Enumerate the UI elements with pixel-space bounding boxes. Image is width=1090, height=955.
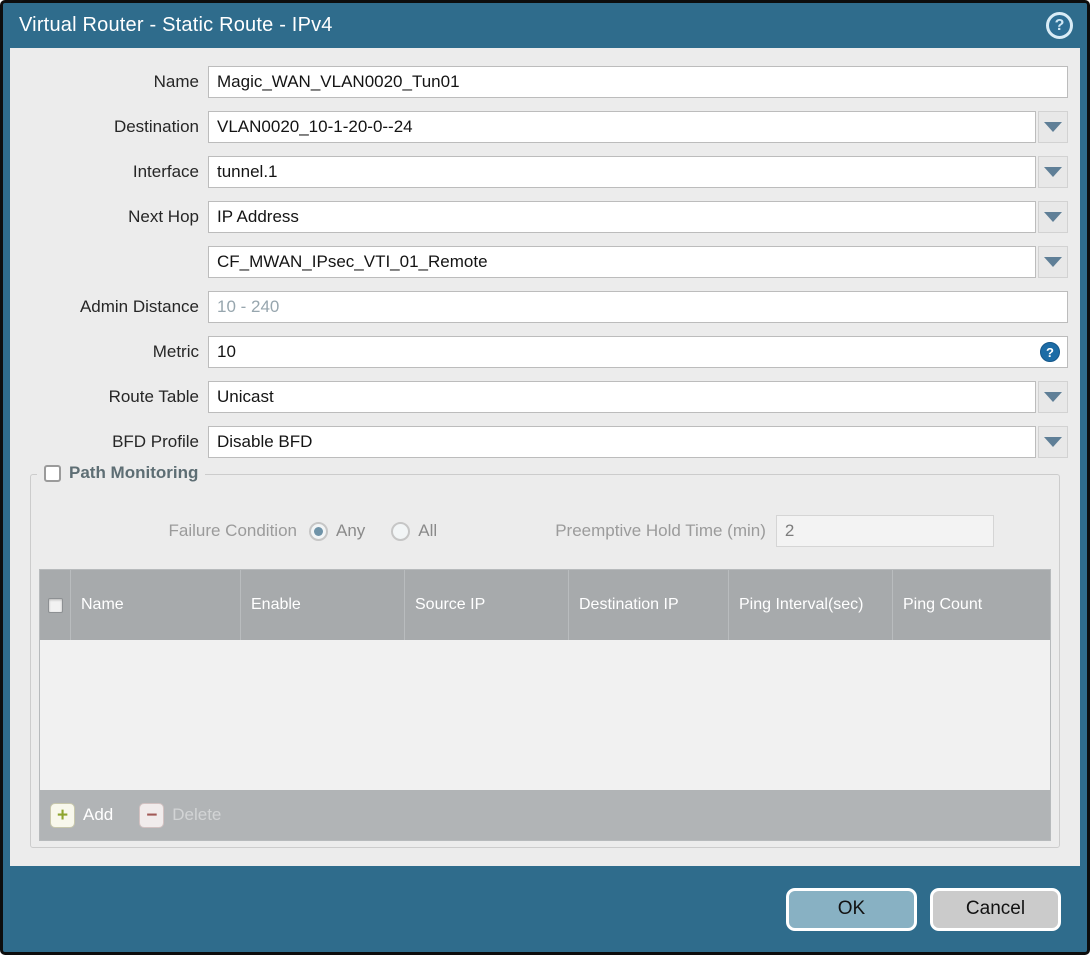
preemptive-hold-label: Preemptive Hold Time (min) — [555, 521, 766, 540]
path-monitoring-section: Path Monitoring Failure Condition Any Al… — [30, 463, 1060, 848]
ok-button[interactable]: OK — [786, 887, 917, 931]
next-hop-address-dropdown-button[interactable] — [1038, 246, 1068, 278]
interface-input[interactable] — [208, 156, 1036, 188]
column-header-name[interactable]: Name — [70, 570, 240, 640]
column-header-ping-interval[interactable]: Ping Interval(sec) — [728, 570, 892, 640]
next-hop-address-row — [10, 246, 1068, 278]
interface-row: Interface — [10, 156, 1068, 188]
metric-label: Metric — [152, 342, 199, 361]
path-monitoring-checkbox[interactable] — [44, 464, 61, 482]
next-hop-row: Next Hop — [10, 201, 1068, 233]
failure-condition-all-label: All — [418, 521, 438, 540]
interface-dropdown-button[interactable] — [1038, 156, 1068, 188]
chevron-down-icon — [1044, 257, 1062, 267]
help-icon[interactable]: ? — [1046, 12, 1073, 39]
minus-icon: − — [139, 802, 165, 828]
bfd-profile-label: BFD Profile — [112, 432, 199, 451]
metric-help-icon[interactable]: ? — [1040, 342, 1060, 362]
table-body-empty — [40, 640, 1050, 790]
dialog-title: Virtual Router - Static Route - IPv4 — [19, 14, 333, 36]
next-hop-dropdown-button[interactable] — [1038, 201, 1068, 233]
table-select-all-checkbox[interactable] — [47, 597, 63, 613]
add-button[interactable]: + Add — [50, 802, 114, 828]
delete-button[interactable]: − Delete — [139, 802, 222, 828]
bfd-profile-row: BFD Profile — [10, 426, 1068, 458]
destination-label: Destination — [113, 117, 199, 136]
path-monitoring-table: Name Enable Source IP Destination IP Pin… — [39, 569, 1051, 841]
column-header-enable[interactable]: Enable — [240, 570, 404, 640]
chevron-down-icon — [1044, 392, 1062, 402]
failure-condition-label: Failure Condition — [168, 521, 297, 540]
next-hop-type-input[interactable] — [208, 201, 1036, 233]
destination-input[interactable] — [208, 111, 1036, 143]
dialog-footer: OK Cancel — [3, 866, 1087, 952]
interface-label: Interface — [132, 162, 199, 181]
chevron-down-icon — [1044, 437, 1062, 447]
name-input[interactable] — [208, 66, 1068, 98]
dialog-content: Name Destination Interface — [10, 48, 1080, 866]
route-table-label: Route Table — [108, 387, 199, 406]
admin-distance-row: Admin Distance — [10, 291, 1068, 323]
route-table-input[interactable] — [208, 381, 1036, 413]
route-table-row: Route Table — [10, 381, 1068, 413]
destination-row: Destination — [10, 111, 1068, 143]
preemptive-hold-input[interactable] — [775, 515, 994, 547]
route-table-dropdown-button[interactable] — [1038, 381, 1068, 413]
column-header-destination-ip[interactable]: Destination IP — [568, 570, 728, 640]
destination-dropdown-button[interactable] — [1038, 111, 1068, 143]
bfd-profile-input[interactable] — [208, 426, 1036, 458]
column-header-source-ip[interactable]: Source IP — [404, 570, 568, 640]
admin-distance-label: Admin Distance — [79, 297, 199, 316]
cancel-button[interactable]: Cancel — [930, 887, 1061, 931]
add-button-label: Add — [83, 805, 114, 824]
failure-condition-any-radio[interactable] — [309, 521, 328, 541]
chevron-down-icon — [1044, 122, 1062, 132]
delete-button-label: Delete — [172, 805, 222, 824]
path-monitoring-title: Path Monitoring — [69, 463, 199, 482]
name-label: Name — [153, 72, 199, 91]
admin-distance-input[interactable] — [208, 291, 1068, 323]
column-header-ping-count[interactable]: Ping Count — [892, 570, 1050, 640]
static-route-dialog: Virtual Router - Static Route - IPv4 ? N… — [0, 0, 1090, 955]
next-hop-label: Next Hop — [128, 207, 199, 226]
titlebar: Virtual Router - Static Route - IPv4 ? — [3, 3, 1087, 48]
table-header: Name Enable Source IP Destination IP Pin… — [40, 570, 1050, 640]
failure-condition-all-radio[interactable] — [391, 521, 411, 541]
next-hop-address-input[interactable] — [208, 246, 1036, 278]
name-row: Name — [10, 66, 1068, 98]
failure-condition-any-label: Any — [336, 521, 366, 540]
chevron-down-icon — [1044, 212, 1062, 222]
metric-row: Metric ? — [10, 336, 1068, 368]
failure-condition-row: Failure Condition Any All Preemptive Hol… — [39, 515, 1051, 547]
plus-icon: + — [50, 802, 75, 828]
table-toolbar: + Add − Delete — [40, 790, 1050, 840]
chevron-down-icon — [1044, 167, 1062, 177]
path-monitoring-legend: Path Monitoring — [37, 463, 206, 483]
metric-input[interactable] — [208, 336, 1068, 368]
bfd-profile-dropdown-button[interactable] — [1038, 426, 1068, 458]
